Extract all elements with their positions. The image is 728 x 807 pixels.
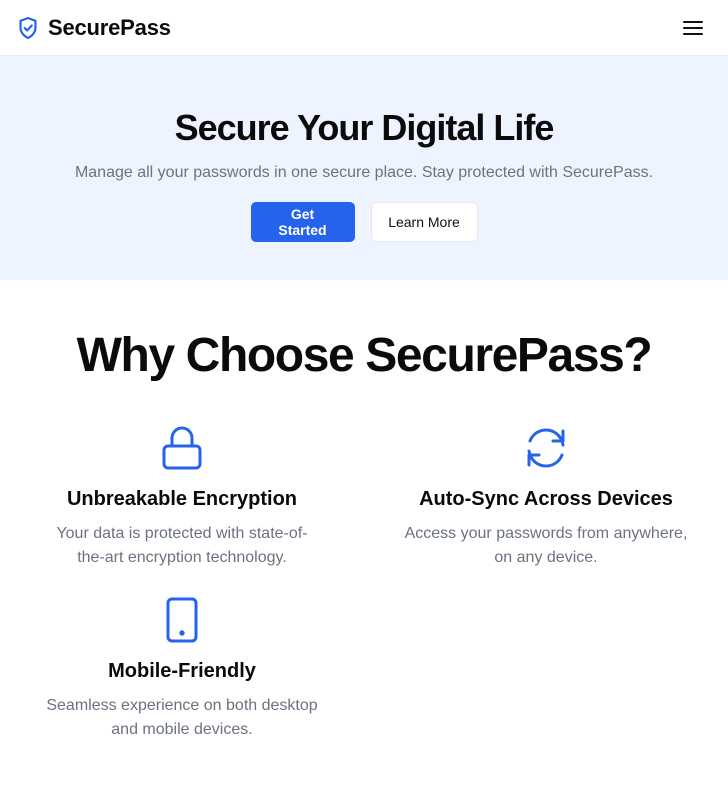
- feature-card-mobile: Mobile-Friendly Seamless experience on b…: [0, 596, 364, 742]
- brand-name: SecurePass: [48, 14, 171, 40]
- sync-icon: [392, 424, 700, 472]
- feature-title: Auto-Sync Across Devices: [419, 488, 673, 510]
- features-grid: Unbreakable Encryption Your data is prot…: [0, 424, 728, 742]
- feature-title: Mobile-Friendly: [108, 660, 256, 682]
- feature-title: Unbreakable Encryption: [66, 488, 298, 510]
- brand[interactable]: SecurePass: [18, 15, 171, 41]
- feature-description: Access your passwords from anywhere, on …: [404, 525, 688, 566]
- learn-more-button[interactable]: Learn More: [370, 202, 478, 242]
- hero-section: Secure Your Digital Life Manage all your…: [0, 56, 728, 280]
- shield-check-icon: [18, 16, 38, 40]
- top-nav: SecurePass: [0, 0, 728, 56]
- get-started-button[interactable]: Get Started: [250, 202, 355, 242]
- hamburger-menu-icon[interactable]: [682, 19, 704, 37]
- feature-description: Your data is protected with state-of-the…: [56, 525, 308, 566]
- features-heading: Why Choose SecurePass?: [76, 329, 653, 382]
- hero-title: Secure Your Digital Life: [174, 107, 555, 148]
- feature-card-sync: Auto-Sync Across Devices Access your pas…: [364, 424, 728, 570]
- hero-actions: Get Started Learn More: [0, 202, 728, 242]
- lock-icon: [28, 424, 336, 472]
- feature-card-encryption: Unbreakable Encryption Your data is prot…: [0, 424, 364, 570]
- mobile-icon: [28, 596, 336, 644]
- features-section: Why Choose SecurePass? Unbreakable Encry…: [0, 280, 728, 742]
- hero-subtitle: Manage all your passwords in one secure …: [74, 164, 654, 181]
- feature-description: Seamless experience on both desktop and …: [46, 697, 318, 738]
